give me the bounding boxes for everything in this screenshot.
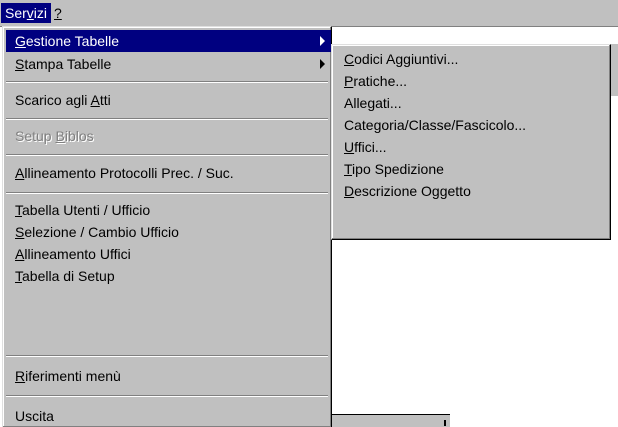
item-accel: T [15,268,22,284]
item-accel: S [15,224,25,240]
item-text-pre: Categoria/Classe/Fascicolo... [344,117,527,133]
item-text-post: ratiche... [353,73,408,89]
background-window-edge-bottom [330,414,450,427]
menu-help[interactable]: ? [50,3,66,23]
submenu-item-allegati[interactable]: Allegati... [335,92,606,114]
item-text-post: escrizione Oggetto [354,183,471,199]
menu-separator [6,395,328,397]
menu-separator [6,154,328,156]
item-accel: A [90,92,100,108]
menu-separator [6,192,328,194]
submenu-item-descrizione-oggetto[interactable]: Descrizione Oggetto [335,180,606,202]
menu-separator [6,81,328,83]
menu-item-uscita[interactable]: Uscita [6,405,331,427]
menu-bar: Servizi ? [0,0,618,27]
item-accel: T [344,161,353,177]
item-accel: C [344,51,355,67]
menu-item-tabella-utenti[interactable]: Tabella Utenti / Ufficio [6,199,331,221]
menu-item-allineamento-protocolli[interactable]: Allineamento Protocolli Prec. / Suc. [6,162,331,184]
item-text-post: tampa Tabelle [24,56,112,72]
gestione-tabelle-submenu: Codici Aggiuntivi... Pratiche... Allegat… [331,44,611,240]
item-text-post: iblos [64,128,94,144]
item-accel: B [55,128,65,144]
menu-help-accel: ? [54,5,62,21]
item-accel: S [15,56,25,72]
submenu-arrow-icon [320,36,325,46]
menu-item-scarico-atti[interactable]: Scarico agli Atti [6,89,331,111]
item-text-post: ffici... [354,139,387,155]
menu-item-riferimenti[interactable]: Riferimenti menù [6,365,331,387]
menu-item-setup-biblos[interactable]: Setup Biblos [6,125,331,147]
menu-servizi-label-post: izi [33,5,48,21]
menu-separator [6,355,328,357]
background-window-edge [610,44,618,96]
item-accel: A [15,246,25,262]
item-text-pre: Allegati... [344,95,402,111]
item-text-pre: Setup [15,128,56,144]
item-text-post: llineamento Protocolli Prec. / Suc. [24,165,234,181]
item-text-post: tti [99,92,111,108]
menu-item-allineamento-uffici[interactable]: Allineamento Uffici [6,243,331,265]
item-accel: P [344,73,354,89]
servizi-dropdown: Gestione Tabelle Stampa Tabelle Scarico … [2,26,332,427]
menu-separator [6,118,328,120]
item-accel: T [15,202,22,218]
menu-item-stampa-tabelle[interactable]: Stampa Tabelle [6,53,331,75]
item-text-post: llineamento Uffici [24,246,131,262]
item-accel: D [344,183,355,199]
item-text-post: ipo Spedizione [352,161,444,177]
item-text-post: odici Aggiuntivi... [354,51,459,67]
menu-servizi-label-pre: Ser [5,5,27,21]
menu-item-gestione-tabelle[interactable]: Gestione Tabelle [6,30,331,52]
item-text-post: abella Utenti / Ufficio [22,202,151,218]
submenu-item-tipo-spedizione[interactable]: Tipo Spedizione [335,158,606,180]
item-accel: U [344,139,355,155]
menu-servizi[interactable]: Servizi [1,3,52,23]
submenu-item-codici-aggiuntivi[interactable]: Codici Aggiuntivi... [335,48,606,70]
submenu-arrow-icon [320,59,325,69]
submenu-item-pratiche[interactable]: Pratiche... [335,70,606,92]
item-text-post: elezione / Cambio Ufficio [24,224,179,240]
item-text-pre: Scarico agli [15,92,91,108]
submenu-item-uffici[interactable]: Uffici... [335,136,606,158]
menu-servizi-accel: v [26,5,34,21]
menu-item-selezione-ufficio[interactable]: Selezione / Cambio Ufficio [6,221,331,243]
item-text-post: estione Tabelle [25,33,120,49]
item-text-post: abella di Setup [22,268,115,284]
item-text-post: iferimenti menù [25,368,121,384]
background-window-tick [444,420,446,426]
submenu-item-categoria-classe-fascicolo[interactable]: Categoria/Classe/Fascicolo... [335,114,606,136]
item-text-pre: Uscita [15,408,54,424]
item-accel: A [15,165,25,181]
item-accel: G [15,33,26,49]
item-accel: R [15,368,26,384]
menu-item-tabella-setup[interactable]: Tabella di Setup [6,265,331,287]
